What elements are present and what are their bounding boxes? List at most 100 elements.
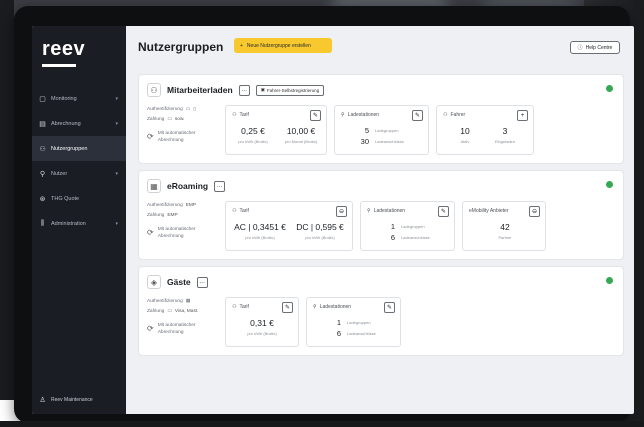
payment-value: sow.: [174, 116, 185, 122]
chevron-down-icon: ▾: [115, 120, 118, 127]
tariff-icon: ⚇: [232, 112, 237, 118]
sidebar-item-monitoring[interactable]: ▢ Monitoring ▾: [32, 86, 126, 111]
stations-count-label: Ladeanschlüsse: [375, 139, 404, 144]
payment-label: Zahlung: [147, 116, 165, 122]
tariff-icon: ⚇: [232, 208, 237, 214]
edit-tariff-button[interactable]: ✎: [310, 110, 321, 121]
stations-title: Ladestationen: [373, 208, 406, 214]
payment-value: Visa, Mast.: [174, 308, 199, 314]
tariff-amount: 0,31 €: [250, 318, 274, 328]
chevron-down-icon: ▾: [115, 220, 118, 227]
help-icon: ⓘ: [577, 45, 583, 51]
tariff-unit: pro kWh (Brutto): [245, 235, 275, 240]
laptop-base: [0, 421, 644, 427]
add-driver-button[interactable]: +: [517, 110, 528, 121]
stations-row: 6 Ladeanschlüsse: [331, 329, 376, 338]
laptop-frame: reev ▢ Monitoring ▾ ▤ Abrechnung ▾ ⚇ Nut…: [14, 6, 634, 423]
stations-row: 1 Ladegruppen: [385, 222, 425, 231]
qr-code-icon: ▦: [185, 298, 191, 304]
page-title: Nutzergruppen: [138, 40, 224, 54]
sidebar-item-label: Abrechnung: [51, 120, 81, 127]
app-logo[interactable]: reev: [42, 38, 85, 61]
users-icon: ⚇: [39, 145, 46, 153]
sidebar-item-nutzergruppen[interactable]: ⚇ Nutzergruppen: [32, 136, 126, 161]
user-name: Reev Maintenance: [51, 397, 93, 403]
tariff-amount: AC | 0,3451 €: [234, 222, 286, 232]
backdrop-left: [0, 0, 14, 400]
rfid-card-icon: ▭: [185, 106, 191, 112]
edit-tariff-button[interactable]: ✎: [282, 302, 293, 313]
help-centre-button[interactable]: ⓘ Help Centre: [570, 41, 620, 54]
user-menu[interactable]: ♙ Reev Maintenance: [38, 396, 93, 404]
tariff-unit: pro Monat (Brutto): [284, 139, 318, 144]
provider-title: eMobility Anbieter: [469, 208, 509, 214]
sidebar-item-administration[interactable]: ⫼ Administration ▾: [32, 211, 126, 236]
sidebar-item-abrechnung[interactable]: ▤ Abrechnung ▾: [32, 111, 126, 136]
drivers-icon: ⚇: [443, 112, 448, 118]
more-options-button[interactable]: …: [214, 180, 226, 192]
provider-count-label: Partner: [498, 235, 512, 240]
stations-header: ⚲ Ladestationen: [367, 208, 405, 214]
group-meta: Authentifizierung ▦ Zahlung ▭ Visa, Mast…: [147, 297, 206, 336]
auto-billing-icon: ⟳: [147, 132, 154, 141]
sidebar-nav: ▢ Monitoring ▾ ▤ Abrechnung ▾ ⚇ Nutzergr…: [32, 86, 126, 236]
payment-row: Zahlung EMP: [147, 211, 206, 221]
tariff-unit: pro kWh (Brutto): [238, 139, 268, 144]
more-options-button[interactable]: …: [238, 84, 250, 96]
auth-row: Authentifizierung ▦: [147, 297, 206, 307]
stations-count: 6: [336, 329, 341, 338]
create-group-button[interactable]: + Neue Nutzergruppe erstellen: [234, 38, 332, 53]
stations-panel: ⚲ Ladestationen ✎ 1 Ladegruppen 6 Ladean…: [360, 201, 455, 251]
auto-billing-icon: ⟳: [147, 228, 154, 237]
billing-icon: ▤: [39, 120, 46, 128]
app-screen: reev ▢ Monitoring ▾ ▤ Abrechnung ▾ ⚇ Nut…: [32, 26, 634, 414]
sidebar-item-label: Nutzer: [51, 170, 68, 177]
group-card-eroaming: ▦ eRoaming … Authentifizierung EMP Zahlu…: [138, 170, 624, 260]
billing-text: Mit automatischer Abrechnung: [157, 131, 196, 143]
stations-row: 30 Ladeanschlüsse: [359, 137, 404, 146]
tariff-title: Tarif: [239, 304, 249, 310]
status-active-indicator: [606, 181, 613, 188]
tariff-header: ⚇ Tarif: [232, 304, 249, 310]
edit-stations-button[interactable]: ✎: [438, 206, 449, 217]
stations-panel: ⚲ Ladestationen ✎ 1 Ladegruppen 6 Ladean…: [306, 297, 401, 347]
auth-label: Authentifizierung: [147, 106, 183, 112]
chevron-down-icon: ▾: [115, 95, 118, 102]
sidebar-item-label: THG Quote: [51, 195, 80, 202]
sidebar-item-nutzer[interactable]: ⚲ Nutzer ▾: [32, 161, 126, 186]
edit-stations-button[interactable]: ✎: [384, 302, 395, 313]
stations-row: 1 Ladegruppen: [331, 318, 371, 327]
payment-card-icon: ▭: [167, 116, 172, 122]
tariff-amount: DC | 0,595 €: [296, 222, 344, 232]
billing-row: ⟳ Mit automatischer Abrechnung: [147, 227, 206, 240]
stations-count: 6: [390, 233, 395, 242]
drivers-count: 3: [502, 126, 508, 136]
group-name: Gäste: [167, 277, 191, 287]
tariff-value: 10,00 € pro Monat (Brutto): [278, 126, 324, 144]
tariff-title: Tarif: [239, 112, 249, 118]
location-pin-icon: ⚲: [313, 304, 317, 310]
more-options-button[interactable]: …: [196, 276, 208, 288]
stations-count-label: Ladeanschlüsse: [401, 235, 430, 240]
driver-registration-button[interactable]: ▣ Fahrer-Selbstregistrierung: [255, 84, 325, 96]
co2-icon: ⊛: [39, 195, 46, 203]
provider-header: eMobility Anbieter: [469, 208, 508, 214]
stations-row: 6 Ladeanschlüsse: [385, 233, 430, 242]
payment-label: Zahlung: [147, 212, 165, 218]
logo-underline: [42, 64, 76, 67]
tariff-icon: ⚇: [232, 304, 237, 310]
edit-tariff-button[interactable]: ⊖: [336, 206, 347, 217]
payment-value: EMP: [167, 212, 178, 218]
driver-registration-label: Fahrer-Selbstregistrierung: [266, 87, 320, 93]
billing-row: ⟳ Mit automatischer Abrechnung: [147, 131, 206, 144]
card-header: ▦ eRoaming …: [147, 179, 226, 193]
auth-row: Authentifizierung ▭ ▯: [147, 105, 206, 115]
stations-count-label: Ladegruppen: [375, 128, 399, 133]
edit-stations-button[interactable]: ✎: [412, 110, 423, 121]
stations-header: ⚲ Ladestationen: [313, 304, 351, 310]
edit-provider-button[interactable]: ⊖: [529, 206, 540, 217]
provider-panel: eMobility Anbieter ⊖ 42 Partner: [462, 201, 546, 251]
sidebar-item-label: Administration: [51, 220, 86, 227]
sidebar-item-thg-quote[interactable]: ⊛ THG Quote: [32, 186, 126, 211]
tariff-panel: ⚇ Tarif ✎ 0,25 € pro kWh (Brutto) 10,00 …: [225, 105, 327, 155]
